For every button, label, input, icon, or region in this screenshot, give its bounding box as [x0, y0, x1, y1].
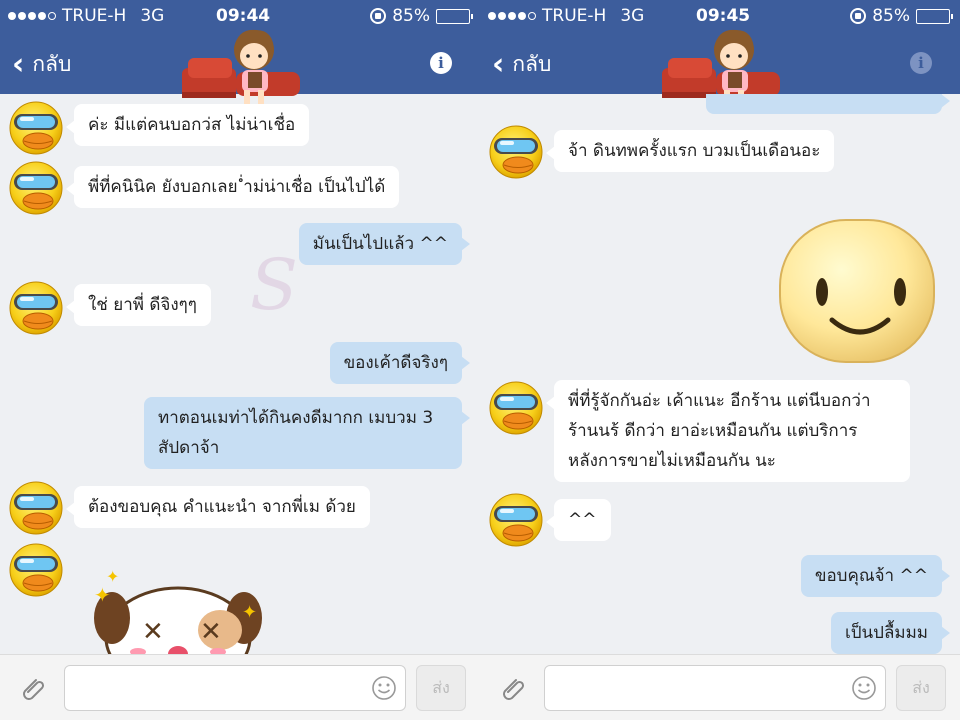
signal-icon	[8, 12, 56, 20]
battery-percent: 85%	[872, 6, 910, 26]
chevron-left-icon: ‹	[492, 46, 505, 82]
message-incoming: ค่ะ มีแต่คนบอกว่ส ไม่น่าเชื่อ	[65, 104, 310, 146]
message-outgoing: ขอบคุณจ้า ^^	[800, 555, 951, 597]
composer-bar: ส่ง	[480, 654, 960, 720]
svg-text:✕: ✕	[200, 617, 222, 647]
battery-percent: 85%	[392, 6, 430, 26]
message-input[interactable]	[544, 665, 886, 711]
message-line: ร้านนร้ ดีกว่า ยาอ่ะเหมือนกัน แต่บริการ	[568, 421, 858, 441]
composer-bar: ส่ง	[0, 654, 480, 720]
back-button[interactable]: ‹ กลับ	[492, 48, 551, 81]
message-incoming: ต้องขอบคุณ คำแนะนำ จากพี่เม ด้วย	[66, 486, 370, 528]
message-outgoing: ทาตอนเมท่าได้กินคงดีมากก เมบวม 3 สัปดาจ้…	[144, 397, 470, 469]
message-line: พี่ที่รู้จักกันอ่ะ เค้าแนะ อีกร้าน แต่นี…	[568, 391, 871, 411]
svg-text:✕: ✕	[142, 617, 164, 647]
message-incoming: ^^	[546, 499, 611, 541]
back-label: กลับ	[32, 52, 72, 76]
message-input[interactable]	[64, 665, 406, 711]
message-list[interactable]: S ค่ะ มีแต่คนบอกว่ส ไม่น่าเชื่อ พี่ที่คน…	[0, 94, 480, 654]
battery-icon	[916, 8, 953, 24]
battery-icon	[436, 8, 473, 24]
chevron-left-icon: ‹	[12, 46, 25, 82]
contact-avatar[interactable]	[8, 280, 64, 336]
contact-avatar[interactable]	[488, 380, 544, 436]
message-incoming: ใช่ ยาพี่ ดีจิงๆๆ	[66, 284, 211, 326]
message-outgoing: มันเป็นไปแล้ว ^^	[298, 223, 471, 265]
message-line: สัปดาจ้า	[158, 438, 220, 458]
back-label: กลับ	[512, 52, 552, 76]
contact-avatar[interactable]	[488, 492, 544, 548]
network-label: 3G	[140, 6, 165, 26]
message-outgoing: เป็นปลื้มมม	[830, 612, 951, 654]
attach-icon[interactable]	[496, 673, 526, 703]
send-button[interactable]: ส่ง	[896, 665, 946, 711]
emoji-icon[interactable]	[851, 675, 877, 701]
contact-avatar[interactable]	[488, 124, 544, 180]
svg-text:✦: ✦	[94, 583, 111, 607]
chat-screen-left: TRUE-H 3G 09:44 85% ‹ กลับ i S ค่ะ มีแต่…	[0, 0, 480, 720]
contact-avatar[interactable]	[8, 480, 64, 536]
contact-avatar[interactable]	[8, 100, 64, 156]
info-icon[interactable]: i	[910, 52, 932, 74]
puppy-sticker: ✕ ✕ ✦ ✦ ✦	[94, 568, 262, 654]
signal-icon	[488, 12, 536, 20]
message-line: ทาตอนเมท่าได้กินคงดีมากก เมบวม 3	[158, 408, 434, 428]
message-outgoing-partial	[706, 94, 950, 114]
svg-text:✦: ✦	[106, 568, 119, 586]
contact-avatar[interactable]	[8, 542, 64, 598]
emoji-icon[interactable]	[371, 675, 397, 701]
network-label: 3G	[620, 6, 645, 26]
attach-icon[interactable]	[16, 673, 46, 703]
message-incoming: พี่ที่รู้จักกันอ่ะ เค้าแนะ อีกร้าน แต่นี…	[546, 380, 910, 482]
send-button[interactable]: ส่ง	[416, 665, 466, 711]
carrier-label: TRUE-H	[62, 6, 127, 26]
message-outgoing: ของเค้าดีจริงๆ	[329, 342, 471, 384]
watermark-logo: S	[250, 244, 298, 326]
message-incoming: พี่ที่คนินิค ยังบอกเลย ่ำม่น่าเชื่อ เป็น…	[65, 166, 400, 208]
message-list[interactable]: จ้า ดินทพครั้งแรก บวมเป็นเดือนอะ พี่ที่ร…	[480, 94, 960, 654]
rotation-lock-icon	[370, 8, 387, 24]
rotation-lock-icon	[850, 8, 867, 24]
carrier-label: TRUE-H	[542, 6, 607, 26]
svg-text:✦: ✦	[242, 602, 257, 623]
chat-screen-right: TRUE-H 3G 09:45 85% ‹ กลับ i จ้า ดินทพคร…	[480, 0, 960, 720]
back-button[interactable]: ‹ กลับ	[12, 48, 71, 81]
message-line: หลังการขายไม่เหมือนกัน นะ	[568, 451, 776, 471]
contact-avatar[interactable]	[8, 160, 64, 216]
smile-sticker	[779, 219, 935, 363]
message-incoming: จ้า ดินทพครั้งแรก บวมเป็นเดือนอะ	[545, 130, 835, 172]
info-icon[interactable]: i	[430, 52, 452, 74]
